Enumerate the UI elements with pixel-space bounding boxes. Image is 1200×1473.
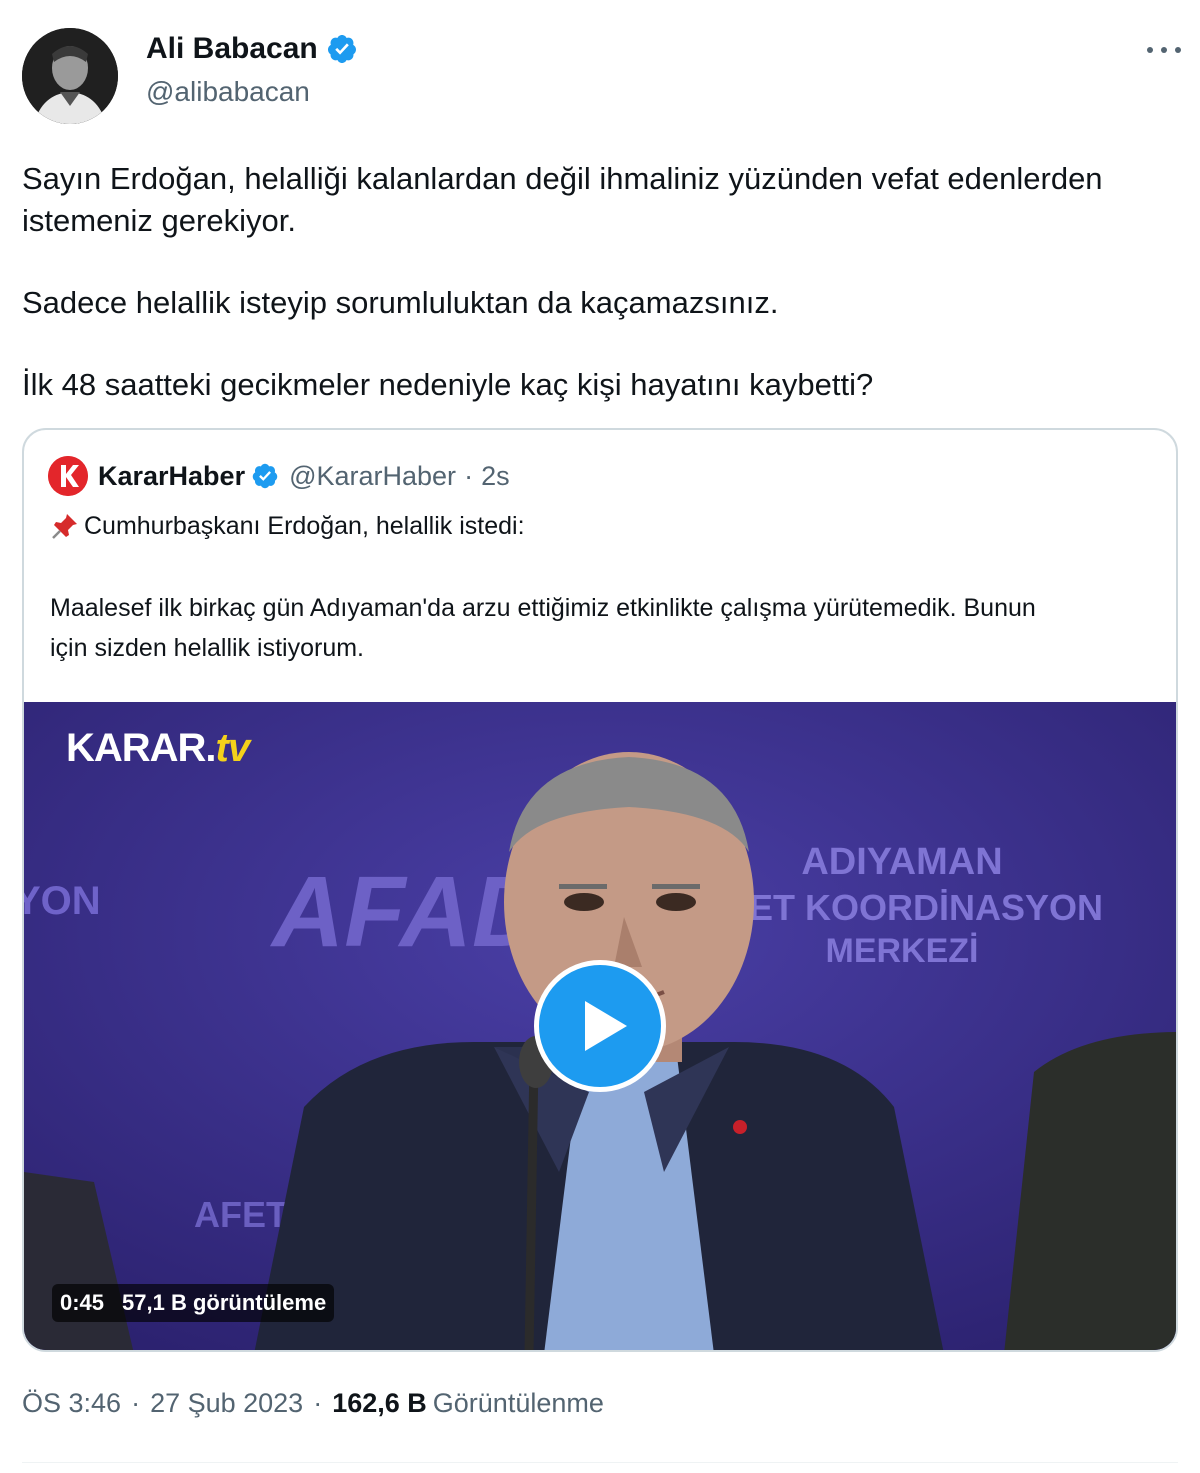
quoted-tweet-header: KararHaber @KararHaber · 2s [48, 456, 510, 496]
pushpin-icon [52, 514, 77, 539]
verified-badge-icon [252, 463, 278, 489]
quoted-author-handle[interactable]: @KararHaber [289, 461, 456, 492]
dot-separator: · [131, 1388, 141, 1418]
backdrop-text-3: MERKEZİ [826, 932, 979, 970]
tweet-paragraph-1: Sayın Erdoğan, helalliği kalanlardan değ… [22, 161, 1103, 238]
quoted-line-1: Cumhurbaşkanı Erdoğan, helallik istedi: [50, 506, 525, 546]
backdrop-logo: AFAD [269, 856, 544, 968]
quoted-line-2: Maalesef ilk birkaç gün Adıyaman'da arzu… [50, 594, 1036, 662]
tweet-meta: ÖS 3:46 · 27 Şub 2023 · 162,6 B Görüntül… [22, 1388, 604, 1419]
kararhaber-logo-icon[interactable] [48, 456, 88, 496]
svg-text:YON: YON [24, 879, 101, 923]
brand-main: KARAR. [66, 726, 217, 770]
author-name-row: Ali Babacan [146, 32, 358, 66]
video-player[interactable]: YON ADIYAMAN AFET KOORDİNASYON MERKEZİ A… [24, 702, 1176, 1350]
tweet-paragraph-3: İlk 48 saatteki gecikmeler nedeniyle kaç… [22, 367, 874, 402]
tweet-paragraph-2: Sadece helallik isteyip sorumluluktan da… [22, 285, 779, 320]
divider [22, 1462, 1178, 1463]
play-button[interactable] [534, 960, 666, 1092]
tweet-time[interactable]: ÖS 3:46 [22, 1388, 121, 1419]
backdrop-text-2: AFET KOORDİNASYON [701, 887, 1103, 928]
author-avatar[interactable] [22, 28, 118, 124]
quoted-tweet-card[interactable]: KararHaber @KararHaber · 2s Cumhurbaşkan… [22, 428, 1178, 1352]
quoted-author-name[interactable]: KararHaber [98, 461, 245, 492]
author-handle[interactable]: @alibabacan [146, 76, 310, 108]
dot-separator: · [464, 460, 474, 491]
quoted-timestamp[interactable]: 2s [481, 461, 510, 492]
karartv-logo: KARAR.tv [66, 726, 251, 771]
video-info-badge: 0:45 57,1 B görüntüleme [52, 1284, 335, 1322]
play-icon [585, 1001, 627, 1051]
views-label: Görüntülenme [432, 1388, 604, 1418]
dot-separator: · [313, 1388, 323, 1418]
video-views: 57,1 B görüntüleme [122, 1290, 327, 1315]
tweet-date[interactable]: 27 Şub 2023 [150, 1388, 303, 1419]
quoted-line-1-text: Cumhurbaşkanı Erdoğan, helallik istedi: [84, 512, 525, 540]
backdrop-text-1: ADIYAMAN [801, 841, 1002, 883]
more-dots-icon[interactable] [1144, 40, 1184, 60]
brand-accent: tv [215, 726, 251, 770]
author-name[interactable]: Ali Babacan [146, 32, 318, 66]
verified-badge-icon [327, 35, 356, 63]
video-duration: 0:45 [60, 1290, 105, 1315]
views-count[interactable]: 162,6 B [332, 1388, 427, 1419]
profile-photo [22, 28, 118, 124]
